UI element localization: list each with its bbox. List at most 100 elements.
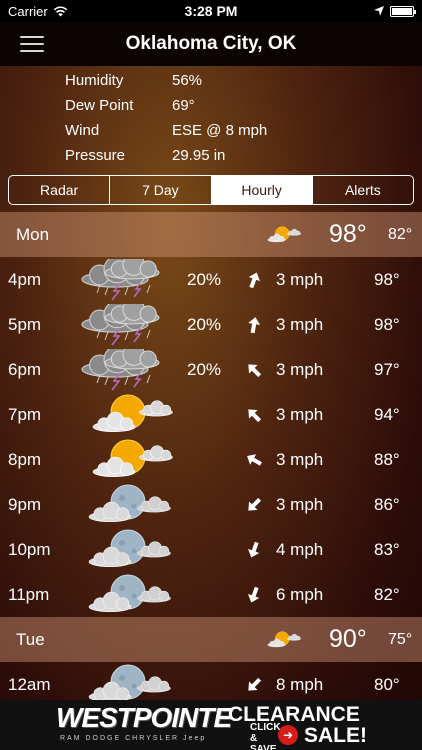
hour-time: 11pm — [8, 584, 50, 604]
hour-temp: 98° — [374, 314, 400, 334]
wind-speed: 6 mph — [276, 584, 324, 604]
hour-temp: 94° — [374, 404, 400, 424]
location-arrow-icon — [374, 6, 384, 16]
thunderstorm-icon — [70, 343, 180, 391]
partly-cloudy-night-icon — [70, 484, 180, 526]
tab-radar[interactable]: Radar — [9, 176, 111, 204]
hour-temp: 82° — [374, 584, 400, 604]
current-details: Humidity 56% Dew Point 69° Wind ESE @ 8 mph Pr… — [65, 68, 365, 168]
tab-hourly[interactable]: Hourly — [211, 176, 313, 204]
partly-cloudy-day-icon — [70, 439, 180, 481]
hour-temp: 97° — [374, 359, 400, 379]
day-name: Tue — [16, 629, 45, 649]
hour-row: 5pm 20% 3 mph 98° — [0, 298, 422, 347]
partly-cloudy-night-icon — [70, 529, 180, 571]
detail-value: ESE @ 8 mph — [172, 122, 268, 139]
detail-label: Humidity — [65, 72, 124, 89]
day-header-row: Tue 90° 75° — [0, 617, 422, 662]
detail-label: Dew Point — [65, 97, 134, 114]
detail-row: Wind ESE @ 8 mph — [65, 118, 365, 143]
thunderstorm-icon — [70, 253, 180, 301]
battery-icon — [390, 5, 416, 17]
ad-brand: WESTPOINTE — [56, 702, 232, 733]
hour-row: 6pm 20% 3 mph 97° — [0, 343, 422, 392]
hour-temp: 98° — [374, 269, 400, 289]
thunderstorm-icon — [70, 298, 180, 346]
status-left: Carrier — [8, 4, 68, 19]
hour-row: 8pm 3 mph 88° — [0, 437, 422, 482]
weather-app: Carrier 3:28 PM Oklahoma City, OK Humidi… — [0, 0, 422, 750]
city-title: Oklahoma City, OK — [125, 33, 297, 54]
precip-chance: 20% — [187, 359, 222, 379]
hour-row: 10pm 4 mph 83° — [0, 527, 422, 572]
wind-direction-arrow-icon — [244, 540, 264, 560]
hour-row: 4pm 20% 3 mph 98° — [0, 253, 422, 302]
ad-arrow-icon: ➜ — [278, 725, 298, 745]
hour-time: 6pm — [8, 359, 42, 379]
detail-label: Pressure — [65, 147, 126, 164]
tab-7-day[interactable]: 7 Day — [110, 176, 212, 204]
hour-time: 8pm — [8, 449, 42, 469]
wind-speed: 3 mph — [276, 449, 324, 469]
hourly-forecast-list: Mon 98° 82° 4pm 20% 3 mph 98° 5pm 20% 3 … — [0, 212, 422, 707]
carrier-label: Carrier — [8, 3, 48, 19]
hour-time: 4pm — [8, 269, 42, 289]
wind-speed: 3 mph — [276, 494, 324, 514]
day-name: Mon — [16, 224, 50, 244]
wifi-icon — [53, 5, 67, 16]
hour-temp: 88° — [374, 449, 400, 469]
wind-direction-arrow-icon — [244, 315, 264, 335]
precip-chance: 20% — [187, 314, 222, 334]
wind-speed: 3 mph — [276, 359, 324, 379]
view-tabs: Radar 7 Day Hourly Alerts — [8, 175, 414, 205]
ad-banner[interactable]: WESTPOINTE RAM DODGE CHRYSLER Jeep CLEAR… — [0, 700, 422, 750]
wind-direction-arrow-icon — [244, 270, 264, 290]
hour-time: 5pm — [8, 314, 42, 334]
day-high-temp: 90° — [329, 625, 367, 653]
hour-time: 12am — [8, 674, 51, 694]
wind-direction-arrow-icon — [244, 585, 264, 605]
wind-direction-arrow-icon — [244, 675, 264, 695]
detail-row: Humidity 56% — [65, 68, 365, 93]
hour-time: 9pm — [8, 494, 42, 514]
hour-temp: 86° — [374, 494, 400, 514]
hour-time: 7pm — [8, 404, 42, 424]
detail-label: Wind — [65, 122, 100, 139]
partly-cloudy-day-icon — [70, 394, 180, 436]
wind-direction-arrow-icon — [244, 360, 264, 380]
day-header-row: Mon 98° 82° — [0, 212, 422, 257]
day-low-temp: 82° — [388, 225, 413, 243]
hour-row: 11pm 6 mph 82° — [0, 572, 422, 617]
status-bar: Carrier 3:28 PM — [0, 0, 422, 22]
wind-speed: 4 mph — [276, 539, 324, 559]
partly-cloudy-day-icon — [258, 221, 304, 249]
day-high-temp: 98° — [329, 220, 367, 248]
wind-direction-arrow-icon — [244, 450, 264, 470]
wind-direction-arrow-icon — [244, 405, 264, 425]
hour-time: 10pm — [8, 539, 51, 559]
hour-temp: 80° — [374, 674, 400, 694]
hamburger-menu-icon[interactable] — [20, 36, 44, 52]
hour-temp: 83° — [374, 539, 400, 559]
nav-bar: Oklahoma City, OK — [0, 22, 422, 66]
day-low-temp: 75° — [388, 630, 413, 648]
partly-cloudy-day-icon — [258, 626, 304, 654]
precip-chance: 20% — [187, 269, 222, 289]
wind-speed: 8 mph — [276, 674, 324, 694]
wind-speed: 3 mph — [276, 314, 324, 334]
wind-speed: 3 mph — [276, 269, 324, 289]
wind-direction-arrow-icon — [244, 495, 264, 515]
detail-value: 29.95 in — [172, 147, 226, 164]
detail-row: Pressure 29.95 in — [65, 143, 365, 168]
ad-tail: SALE! — [304, 724, 367, 747]
detail-value: 69° — [172, 97, 195, 114]
hour-row: 9pm 3 mph 86° — [0, 482, 422, 527]
wind-speed: 3 mph — [276, 404, 324, 424]
hour-row: 7pm 3 mph 94° — [0, 392, 422, 437]
tab-alerts[interactable]: Alerts — [313, 176, 413, 204]
status-right — [374, 5, 416, 17]
partly-cloudy-night-icon — [70, 574, 180, 616]
detail-row: Dew Point 69° — [65, 93, 365, 118]
ad-makes: RAM DODGE CHRYSLER Jeep — [60, 735, 207, 742]
detail-value: 56% — [172, 72, 203, 89]
